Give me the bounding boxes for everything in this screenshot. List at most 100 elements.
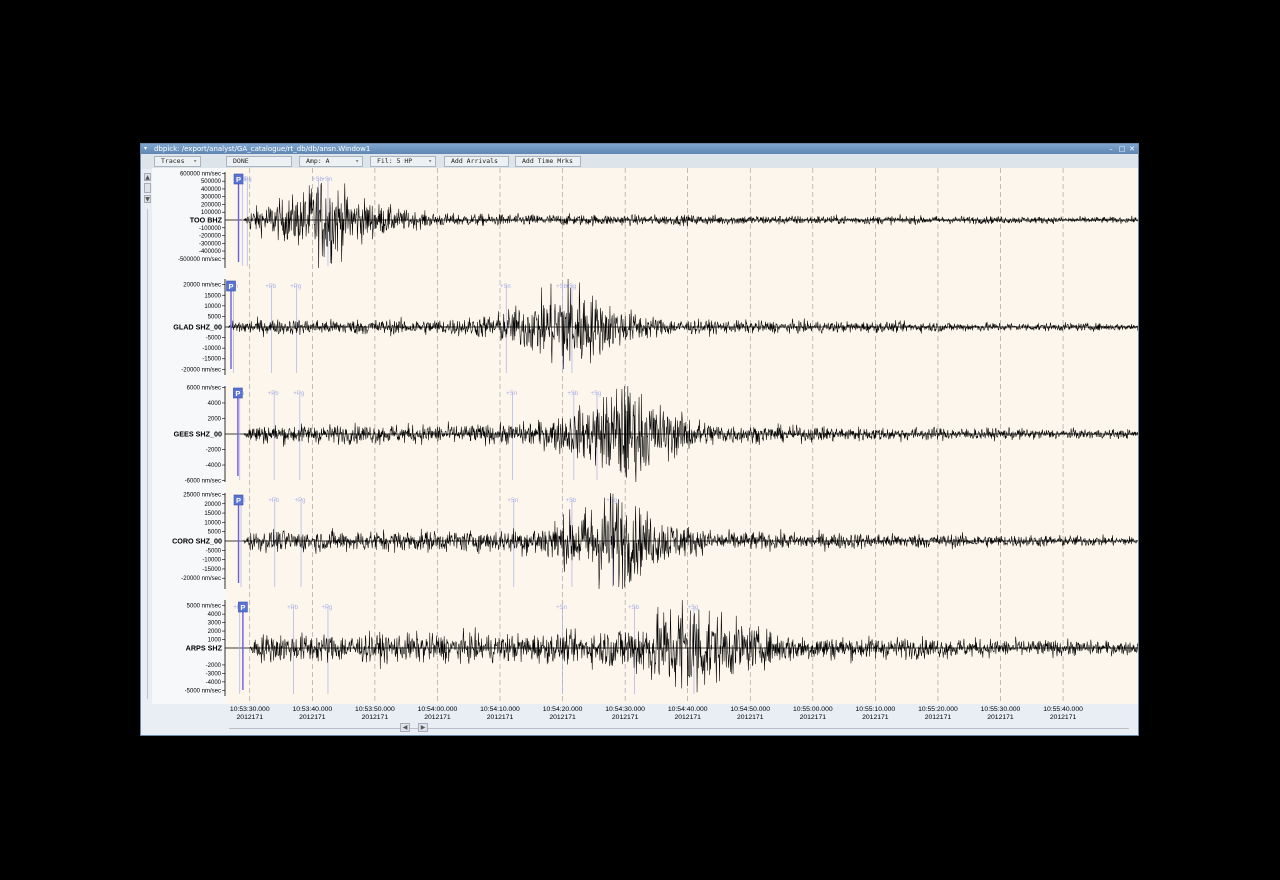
y-tick-label: -3000 bbox=[206, 671, 222, 677]
phase-label: +Pg bbox=[293, 391, 304, 397]
station-label: GEES SHZ_00 bbox=[174, 430, 222, 439]
time-tick-label: 10:53:40.000 bbox=[292, 706, 332, 713]
station-label: TOO BHZ bbox=[190, 216, 223, 225]
trace-panel: 20000 nm/sec 15000 10000 5000 -5000 -10000 -15… bbox=[173, 278, 1138, 375]
trace-panel: 5000 nm/sec4000300020001000-2000-3000-40… bbox=[185, 600, 1138, 696]
y-tick-label: -5000 bbox=[206, 548, 222, 554]
y-tick-label: 5000 bbox=[208, 314, 222, 320]
time-gridlines bbox=[249, 168, 1064, 704]
y-tick-label: -10000 bbox=[202, 346, 221, 352]
y-tick-label: 500000 bbox=[201, 179, 222, 185]
phase-label: +Sn bbox=[506, 391, 517, 397]
time-tick-label: 10:54:20.000 bbox=[543, 706, 583, 713]
trace-panel: 25000 nm/sec 20000 15000 10000 5000 -5000 -100… bbox=[172, 492, 1138, 590]
phase-label: +Sn bbox=[556, 605, 567, 611]
time-tick-label: 10:55:30.000 bbox=[981, 706, 1021, 713]
y-tick-label: 600000 nm/sec bbox=[180, 171, 221, 177]
date-tick-label: 2012171 bbox=[862, 714, 889, 721]
y-tick-label: -2000 bbox=[206, 448, 222, 454]
y-tick-label: -4000 bbox=[206, 680, 222, 686]
waveform bbox=[249, 600, 1138, 693]
date-tick-label: 2012171 bbox=[987, 714, 1014, 721]
y-tick-label: 20000 nm/sec bbox=[183, 283, 221, 289]
y-tick-label: 6000 nm/sec bbox=[187, 385, 221, 391]
date-tick-label: 2012171 bbox=[424, 714, 451, 721]
y-tick-label: -5000 nm/sec bbox=[185, 688, 221, 694]
y-tick-label: -4000 bbox=[206, 463, 222, 469]
date-tick-label: 2012171 bbox=[800, 714, 827, 721]
phase-label: +Sg bbox=[591, 391, 602, 397]
y-tick-label: 5000 bbox=[208, 530, 222, 536]
y-tick-label: -400000 bbox=[199, 249, 222, 255]
phase-label: +Pb bbox=[268, 391, 280, 397]
y-tick-label: 10000 bbox=[204, 520, 221, 526]
time-tick-label: 10:55:10.000 bbox=[856, 706, 896, 713]
date-tick-label: 2012171 bbox=[674, 714, 701, 721]
p-pick-label: P bbox=[240, 603, 245, 612]
y-tick-label: -6000 nm/sec bbox=[185, 479, 221, 485]
y-tick-label: 15000 bbox=[204, 511, 221, 517]
phase-label: +Pb bbox=[265, 284, 277, 290]
seismic-picker-window: ▾ dbpick: /export/analyst/GA_catalogue/r… bbox=[140, 143, 1139, 736]
time-tick-label: 10:53:50.000 bbox=[355, 706, 395, 713]
time-tick-label: 10:54:10.000 bbox=[480, 706, 520, 713]
y-tick-label: 200000 bbox=[201, 202, 222, 208]
y-tick-label: -15000 bbox=[202, 357, 221, 363]
y-tick-label: -20000 nm/sec bbox=[181, 576, 221, 582]
phase-label: +Sg bbox=[606, 498, 617, 504]
horizontal-scrollbar[interactable]: ◀ ▶ bbox=[229, 723, 1138, 733]
time-tick-label: 10:53:30.000 bbox=[230, 706, 270, 713]
scroll-left-icon[interactable]: ◀ bbox=[400, 723, 410, 732]
phase-label: +Pg bbox=[295, 498, 306, 504]
waveform bbox=[243, 182, 1138, 269]
p-pick-label: P bbox=[235, 389, 240, 398]
phase-label: +Sg bbox=[688, 605, 699, 611]
y-tick-label: -200000 bbox=[199, 234, 222, 240]
phase-label: +Sn bbox=[322, 177, 333, 183]
time-tick-label: 10:55:00.000 bbox=[793, 706, 833, 713]
p-pick-label: P bbox=[236, 496, 241, 505]
y-tick-label: -500000 nm/sec bbox=[178, 257, 221, 263]
y-tick-label: 2000 bbox=[208, 629, 222, 635]
y-tick-label: 5000 nm/sec bbox=[187, 604, 221, 610]
phase-label: +Pg bbox=[290, 284, 301, 290]
date-tick-label: 2012171 bbox=[487, 714, 514, 721]
y-tick-label: 3000 bbox=[208, 621, 222, 627]
time-axis: 10:53:30.000201217110:53:40.000201217110… bbox=[230, 706, 1083, 721]
station-label: CORO SHZ_00 bbox=[172, 537, 222, 546]
phase-label: +Sn bbox=[500, 284, 511, 290]
date-tick-label: 2012171 bbox=[299, 714, 326, 721]
phase-label: +Sg bbox=[566, 284, 577, 290]
y-tick-label: 15000 bbox=[204, 293, 221, 299]
hscroll-track[interactable] bbox=[229, 728, 1129, 729]
y-tick-label: 4000 bbox=[208, 612, 222, 618]
date-tick-label: 2012171 bbox=[612, 714, 639, 721]
y-tick-label: -15000 bbox=[202, 567, 221, 573]
p-pick-label: P bbox=[228, 282, 233, 291]
y-tick-label: 10000 bbox=[204, 304, 221, 310]
y-tick-label: 2000 bbox=[208, 416, 222, 422]
y-tick-label: -5000 bbox=[206, 336, 222, 342]
trace-panel: 600000 nm/sec500000400000300000200000100… bbox=[178, 171, 1138, 269]
date-tick-label: 2012171 bbox=[237, 714, 264, 721]
date-tick-label: 2012171 bbox=[549, 714, 576, 721]
date-tick-label: 2012171 bbox=[737, 714, 764, 721]
trace-panel: 6000 nm/sec 4000 2000 -2000 -4000 -6000 nm/se… bbox=[174, 385, 1138, 485]
seismogram-chart: 600000 nm/sec 500000 400000 300000200000 100… bbox=[172, 168, 1138, 721]
y-tick-label: 25000 nm/sec bbox=[183, 492, 221, 498]
station-label: ARPS SHZ bbox=[186, 644, 223, 653]
y-tick-label: 400000 bbox=[201, 187, 222, 193]
station-label: GLAD SHZ_00 bbox=[173, 323, 222, 332]
y-tick-label: 20000 bbox=[204, 502, 221, 508]
time-tick-label: 10:55:20.000 bbox=[918, 706, 958, 713]
y-tick-label: -20000 nm/sec bbox=[181, 367, 221, 373]
y-tick-label: -2000 bbox=[206, 663, 222, 669]
phase-label: +Sn bbox=[507, 498, 518, 504]
date-tick-label: 2012171 bbox=[1050, 714, 1077, 721]
scroll-right-icon[interactable]: ▶ bbox=[418, 723, 428, 732]
phase-label: +Pg bbox=[322, 605, 333, 611]
phase-label: +Sb bbox=[567, 391, 579, 397]
y-tick-label: -300000 bbox=[199, 241, 222, 247]
date-tick-label: 2012171 bbox=[925, 714, 952, 721]
y-tick-label: 4000 bbox=[208, 401, 222, 407]
